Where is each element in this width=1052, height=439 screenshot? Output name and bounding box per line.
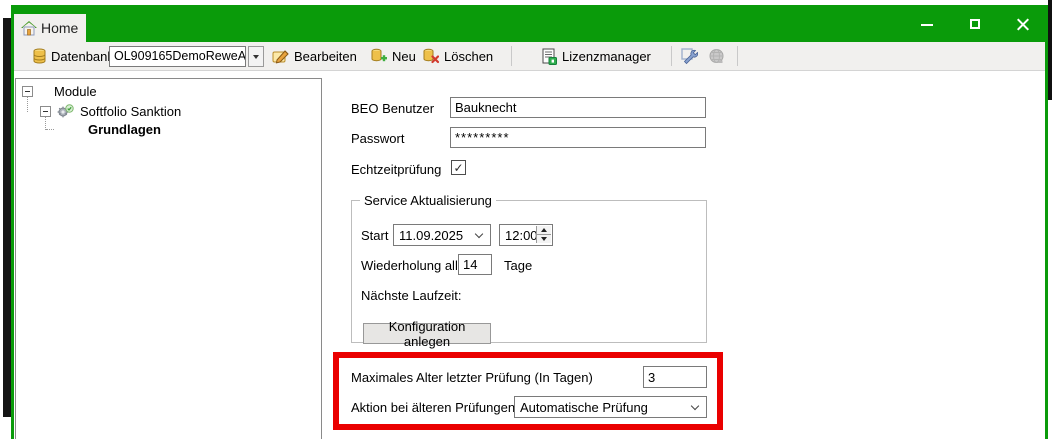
next-run-label: Nächste Laufzeit: xyxy=(361,288,461,303)
toolbar-separator xyxy=(737,46,738,66)
database-label: Datenbank xyxy=(51,42,114,70)
maximize-icon xyxy=(970,19,980,29)
window-controls xyxy=(920,5,1030,42)
edit-icon xyxy=(272,48,289,64)
database-combobox[interactable]: OL909165DemoReweAbfD xyxy=(109,46,246,67)
app-window: Home Datenbank OL909165DemoReweAbfD xyxy=(0,0,1052,439)
tree-item-softfolio-sanktion[interactable]: Softfolio Sanktion xyxy=(40,104,181,119)
tree-item-grundlagen-label: Grundlagen xyxy=(88,122,161,137)
collapse-icon[interactable] xyxy=(22,86,33,97)
globe-button[interactable] xyxy=(705,45,727,67)
license-manager-button[interactable]: Lizenzmanager xyxy=(542,42,651,70)
repeat-label: Wiederholung alle: xyxy=(361,258,469,273)
realtime-check-label: Echtzeitprüfung xyxy=(351,162,441,177)
repeat-days-input[interactable] xyxy=(458,254,492,275)
tree-item-grundlagen[interactable]: Grundlagen xyxy=(88,122,161,137)
edit-button[interactable]: Bearbeiten xyxy=(272,42,357,70)
password-label: Passwort xyxy=(351,131,404,146)
database-delete-icon xyxy=(422,48,439,64)
arrow-up-icon xyxy=(541,228,547,232)
service-update-group-title: Service Aktualisierung xyxy=(360,193,496,208)
database-new-icon xyxy=(370,48,387,64)
delete-button[interactable]: Löschen xyxy=(422,42,493,70)
new-button[interactable]: Neu xyxy=(370,42,416,70)
license-manager-icon xyxy=(542,48,557,65)
edit-button-label: Bearbeiten xyxy=(294,49,357,64)
action-older-label: Aktion bei älteren Prüfungen xyxy=(351,400,515,415)
action-older-combobox[interactable]: Automatische Prüfung xyxy=(514,396,707,418)
titlebar: Home xyxy=(11,5,1048,42)
chevron-down-icon xyxy=(475,230,483,238)
globe-icon xyxy=(708,48,725,65)
start-label: Start xyxy=(361,228,388,243)
beo-user-input[interactable] xyxy=(450,97,706,118)
module-gear-icon xyxy=(57,104,74,119)
background-window-edge xyxy=(3,18,11,417)
create-configuration-button[interactable]: Konfiguration anlegen xyxy=(363,323,491,344)
module-tree-panel: Module Softfolio Sanktion Grundlagen xyxy=(15,78,322,439)
arrow-down-icon xyxy=(541,237,547,241)
start-time-spinner[interactable]: 12:00 xyxy=(499,224,553,246)
spin-down-button[interactable] xyxy=(537,234,551,243)
chevron-down-icon xyxy=(253,55,259,59)
home-icon xyxy=(21,21,37,36)
toolbar-separator xyxy=(671,46,672,66)
tree-item-softfolio-label: Softfolio Sanktion xyxy=(80,104,181,119)
time-spin-buttons xyxy=(536,226,551,243)
beo-user-label: BEO Benutzer xyxy=(351,101,434,116)
realtime-checkbox[interactable]: ✓ xyxy=(451,160,466,175)
start-date-value: 11.09.2025 xyxy=(399,228,463,243)
maximize-button[interactable] xyxy=(968,17,982,31)
collapse-icon[interactable] xyxy=(40,106,51,117)
toolbar: Datenbank OL909165DemoReweAbfD Bearbeite… xyxy=(14,42,1045,71)
tab-home[interactable]: Home xyxy=(14,14,86,42)
password-input[interactable] xyxy=(450,127,706,148)
max-age-input[interactable] xyxy=(643,366,707,388)
background-window-corner xyxy=(1048,0,1052,100)
new-button-label: Neu xyxy=(392,49,416,64)
max-age-label: Maximales Alter letzter Prüfung (In Tage… xyxy=(351,370,593,385)
tree-item-module-label: Module xyxy=(54,84,97,99)
tree-connector xyxy=(46,129,54,130)
checkmark-icon: ✓ xyxy=(453,161,463,175)
minimize-icon xyxy=(921,24,933,26)
minimize-button[interactable] xyxy=(920,17,934,31)
tree-item-module[interactable]: Module xyxy=(22,84,97,99)
wrench-tools-icon xyxy=(681,48,698,65)
content-area: Module Softfolio Sanktion Grundlagen BEO… xyxy=(14,72,1045,439)
repeat-unit-label: Tage xyxy=(504,258,532,273)
start-time-value: 12:00 xyxy=(505,228,538,243)
options-button[interactable] xyxy=(678,45,700,67)
close-button[interactable] xyxy=(1016,17,1030,31)
window-frame-right xyxy=(1045,42,1048,439)
tree-connector xyxy=(27,97,28,112)
license-manager-label: Lizenzmanager xyxy=(562,49,651,64)
spin-up-button[interactable] xyxy=(537,226,551,234)
chevron-down-icon xyxy=(691,402,699,410)
database-icon xyxy=(32,42,47,70)
tab-home-label: Home xyxy=(41,20,78,36)
start-date-picker[interactable]: 11.09.2025 xyxy=(393,224,491,246)
action-older-value: Automatische Prüfung xyxy=(520,400,648,415)
delete-button-label: Löschen xyxy=(444,49,493,64)
toolbar-separator xyxy=(511,46,512,66)
database-combobox-dropdown-button[interactable] xyxy=(248,46,264,67)
